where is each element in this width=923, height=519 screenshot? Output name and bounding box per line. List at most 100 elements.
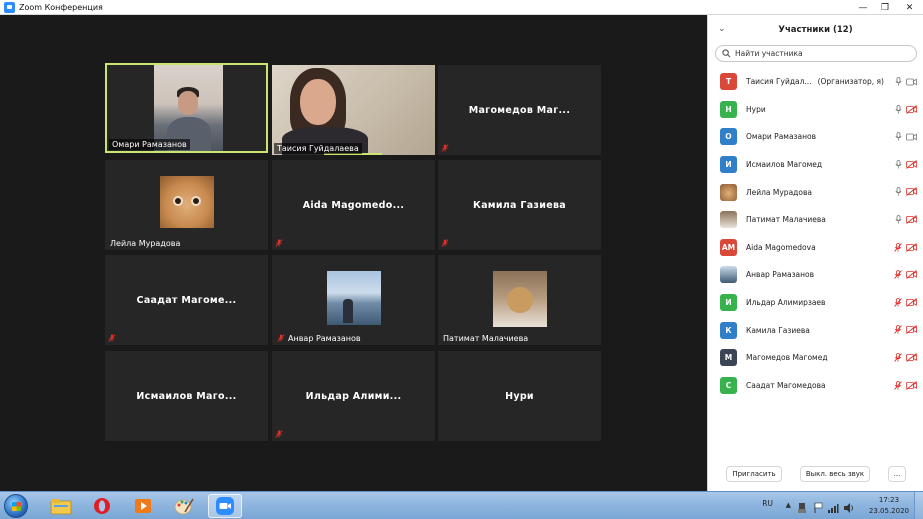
participant-name: Магомедов Магомед xyxy=(746,353,828,363)
zoom-icon[interactable] xyxy=(208,494,242,518)
invite-button[interactable]: Пригласить xyxy=(726,466,782,482)
tile-big-name: Исмаилов Маго... xyxy=(136,390,237,402)
camera-off-icon[interactable] xyxy=(906,353,917,362)
mic-icon[interactable] xyxy=(895,77,902,86)
video-tile[interactable]: Магомедов Маг... xyxy=(438,65,601,155)
window-title: Zoom Конференция xyxy=(19,2,103,12)
camera-off-icon[interactable] xyxy=(906,187,917,197)
mic-icon[interactable] xyxy=(895,187,902,196)
video-tile[interactable]: Камила Газиева xyxy=(438,160,601,250)
video-tile[interactable]: Анвар Рамазанов xyxy=(272,255,435,345)
minimize-button[interactable]: — xyxy=(852,0,874,15)
video-tile[interactable]: Ильдар Алими... xyxy=(272,351,435,441)
tile-name: Патимат Малачиева xyxy=(443,334,529,343)
explorer-icon[interactable] xyxy=(44,494,78,518)
search-icon xyxy=(722,49,731,58)
camera-off-icon[interactable] xyxy=(906,270,917,280)
paint-icon[interactable] xyxy=(167,494,201,518)
participant-search[interactable] xyxy=(715,45,917,62)
participant-row[interactable]: С Саадат Магомедова xyxy=(708,372,923,400)
language-indicator[interactable]: RU xyxy=(762,499,773,508)
mic-icon[interactable] xyxy=(895,104,902,114)
participant-row[interactable]: О Омари Рамазанов xyxy=(708,123,923,151)
participant-status-icons xyxy=(895,77,917,86)
avatar-image xyxy=(160,176,214,228)
camera-icon[interactable] xyxy=(906,133,917,141)
camera-off-icon[interactable] xyxy=(906,215,917,224)
video-tile[interactable]: Патимат Малачиева xyxy=(438,255,601,345)
network-icon[interactable] xyxy=(827,499,839,518)
collapse-chevron-icon[interactable]: ⌄ xyxy=(718,24,726,34)
camera-off-icon[interactable] xyxy=(906,159,917,169)
opera-icon[interactable] xyxy=(85,494,119,518)
tile-name: Лейла Мурадова xyxy=(110,239,181,248)
muted-mic-icon[interactable] xyxy=(894,242,902,252)
avatar xyxy=(720,266,737,284)
participant-row[interactable]: К Камила Газиева xyxy=(708,316,923,344)
title-bar: Zoom Конференция — ❐ ✕ xyxy=(0,0,923,15)
avatar: К xyxy=(720,321,737,339)
tray-arrow-icon[interactable]: ▲ xyxy=(786,501,791,509)
camera-off-icon[interactable] xyxy=(906,104,917,114)
video-tile[interactable]: Таисия Гуйдалаева xyxy=(272,65,435,155)
muted-mic-icon[interactable] xyxy=(894,297,902,307)
restore-button[interactable]: ❐ xyxy=(874,0,896,15)
participants-title: Участники (12) xyxy=(778,25,853,35)
camera-off-icon[interactable] xyxy=(906,380,917,390)
mute-all-button[interactable]: Выкл. весь звук xyxy=(800,466,870,482)
participant-role: (Организатор, я) xyxy=(817,77,884,87)
participant-row[interactable]: Т Таисия Гуйдал... (Организатор, я) xyxy=(708,68,923,96)
muted-mic-icon[interactable] xyxy=(894,270,902,279)
participant-row[interactable]: Патимат Малачиева xyxy=(708,206,923,234)
avatar xyxy=(720,183,737,201)
usb-icon[interactable] xyxy=(797,499,807,518)
muted-mic-icon[interactable] xyxy=(894,353,902,362)
tile-name: Анвар Рамазанов xyxy=(288,334,361,343)
volume-icon[interactable] xyxy=(843,499,855,518)
panel-footer: Пригласить Выкл. весь звук ... xyxy=(708,465,923,483)
participant-row[interactable]: И Исмаилов Магомед xyxy=(708,151,923,179)
participant-status-icons xyxy=(895,132,917,141)
system-clock[interactable]: 17:23 23.05.2020 xyxy=(869,495,909,517)
zoom-app-icon xyxy=(4,1,15,13)
muted-mic-icon xyxy=(108,334,116,342)
flag-icon[interactable] xyxy=(813,499,823,518)
muted-mic-icon[interactable] xyxy=(894,380,902,390)
video-tile[interactable]: Нури xyxy=(438,351,601,441)
video-tile[interactable]: Лейла Мурадова xyxy=(105,160,268,250)
participant-list: Т Таисия Гуйдал... (Организатор, я) Н Нури О О… xyxy=(708,68,923,399)
avatar xyxy=(720,211,737,229)
tile-big-name: Магомедов Маг... xyxy=(468,104,571,116)
video-tile[interactable]: Омари Рамазанов xyxy=(105,63,268,153)
participant-row[interactable]: Анвар Рамазанов xyxy=(708,261,923,289)
camera-off-icon[interactable] xyxy=(906,242,917,252)
participant-name: Aida Magomedova xyxy=(746,242,816,252)
participant-row[interactable]: АМ Aida Magomedova xyxy=(708,234,923,262)
panel-header: ⌄ Участники (12) xyxy=(708,15,923,45)
avatar: АМ xyxy=(720,238,737,256)
video-tile[interactable]: Саадат Магоме... xyxy=(105,255,268,345)
mic-icon[interactable] xyxy=(895,215,902,224)
video-tile[interactable]: Aida Magomedo... xyxy=(272,160,435,250)
participant-row[interactable]: Н Нури xyxy=(708,96,923,124)
camera-off-icon[interactable] xyxy=(906,297,917,307)
video-tile[interactable]: Исмаилов Маго... xyxy=(105,351,268,441)
camera-icon[interactable] xyxy=(906,78,917,86)
show-desktop-button[interactable] xyxy=(914,492,923,519)
search-input[interactable] xyxy=(735,49,895,58)
participant-name: Саадат Магомедова xyxy=(746,380,826,390)
start-button[interactable] xyxy=(4,494,28,518)
muted-mic-icon[interactable] xyxy=(894,325,902,335)
more-button[interactable]: ... xyxy=(888,466,906,482)
mic-icon[interactable] xyxy=(895,132,902,141)
muted-mic-icon xyxy=(275,239,283,247)
participant-status-icons xyxy=(895,104,917,114)
participant-row[interactable]: Лейла Мурадова xyxy=(708,178,923,206)
camera-off-icon[interactable] xyxy=(906,325,917,335)
close-button[interactable]: ✕ xyxy=(896,0,923,15)
participant-row[interactable]: И Ильдар Алимирзаев xyxy=(708,289,923,317)
participant-row[interactable]: М Магомедов Магомед xyxy=(708,344,923,372)
media-player-icon[interactable] xyxy=(126,494,160,518)
mic-icon[interactable] xyxy=(895,159,902,169)
muted-mic-icon xyxy=(277,334,285,342)
